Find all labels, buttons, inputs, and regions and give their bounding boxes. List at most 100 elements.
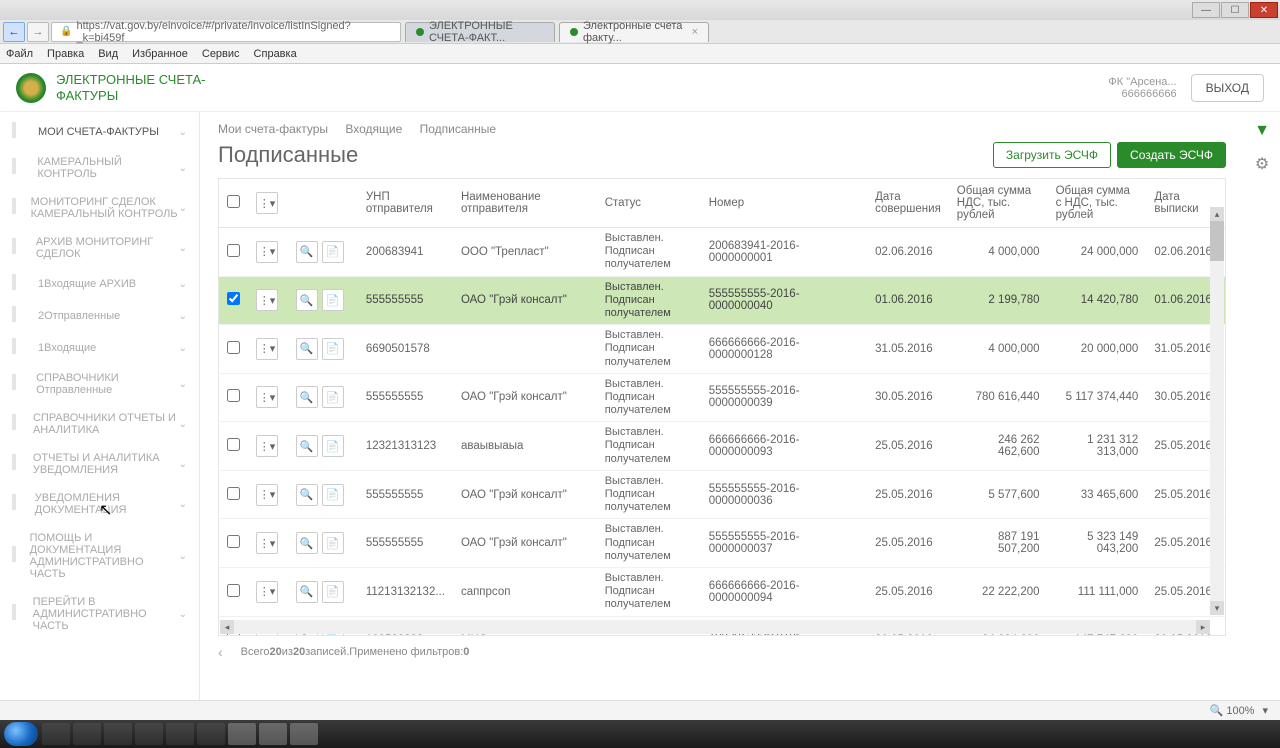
menu-view[interactable]: Вид [98, 48, 118, 60]
row-checkbox[interactable] [227, 292, 240, 305]
table-row[interactable]: ⋮▾🔍📄555555555ОАО "Грэй консалт"Выставлен… [219, 276, 1225, 325]
sidebar-item-7[interactable]: СПРАВОЧНИКИ Отправленные⌄ [0, 364, 199, 404]
col-header[interactable] [288, 179, 358, 228]
row-checkbox[interactable] [227, 438, 240, 451]
row-menu-button[interactable]: ⋮▾ [256, 484, 278, 506]
row-menu-button[interactable]: ⋮▾ [256, 581, 278, 603]
sidebar-item-1[interactable]: КАМЕРАЛЬНЫЙ КОНТРОЛЬ⌄ [0, 148, 199, 188]
back-button[interactable]: ← [3, 22, 25, 42]
view-button[interactable]: 🔍 [296, 532, 318, 554]
task-item[interactable] [73, 723, 101, 745]
scroll-right-icon[interactable]: ▸ [1196, 620, 1210, 634]
task-item[interactable] [135, 723, 163, 745]
logout-button[interactable]: ВЫХОД [1191, 74, 1264, 102]
task-item[interactable] [166, 723, 194, 745]
row-menu-button[interactable]: ⋮▾ [256, 532, 278, 554]
vertical-scrollbar[interactable]: ▴ ▾ [1210, 207, 1224, 615]
crumb-1[interactable]: Входящие [345, 122, 402, 136]
task-item[interactable] [259, 723, 287, 745]
sidebar-item-11[interactable]: ПОМОЩЬ И ДОКУМЕНТАЦИЯ АДМИНИСТРАТИВНО ЧА… [0, 524, 199, 588]
sidebar-item-8[interactable]: СПРАВОЧНИКИ ОТЧЕТЫ И АНАЛИТИКА⌄ [0, 404, 199, 444]
doc-button[interactable]: 📄 [322, 581, 344, 603]
address-bar[interactable]: 🔒 https://vat.gov.by/einvoice/#/private/… [51, 22, 401, 42]
crumb-2[interactable]: Подписанные [420, 122, 496, 136]
create-button[interactable]: Создать ЭСЧФ [1117, 142, 1226, 168]
menu-service[interactable]: Сервис [202, 48, 240, 60]
sidebar-item-6[interactable]: 1Входящие⌄ [0, 332, 199, 364]
doc-button[interactable]: 📄 [322, 435, 344, 457]
sidebar-item-3[interactable]: АРХИВ МОНИТОРИНГ СДЕЛОК⌄ [0, 228, 199, 268]
crumb-0[interactable]: Мои счета-фактуры [218, 122, 328, 136]
view-button[interactable]: 🔍 [296, 289, 318, 311]
col-header[interactable]: Дата совершения [867, 179, 949, 228]
task-item[interactable] [42, 723, 70, 745]
zoom-indicator[interactable]: 🔍 100% [1210, 704, 1255, 717]
view-button[interactable]: 🔍 [296, 581, 318, 603]
sidebar-item-4[interactable]: 1Входящие АРХИВ⌄ [0, 268, 199, 300]
col-header[interactable]: ⋮▾ [248, 179, 288, 228]
view-button[interactable]: 🔍 [296, 386, 318, 408]
doc-button[interactable]: 📄 [322, 338, 344, 360]
menu-edit[interactable]: Правка [47, 48, 84, 60]
sidebar-item-12[interactable]: ПЕРЕЙТИ В АДМИНИСТРАТИВНО ЧАСТЬ⌄ [0, 588, 199, 640]
view-button[interactable]: 🔍 [296, 338, 318, 360]
row-menu-button[interactable]: ⋮▾ [256, 289, 278, 311]
row-checkbox[interactable] [227, 341, 240, 354]
doc-button[interactable]: 📄 [322, 289, 344, 311]
scroll-up-icon[interactable]: ▴ [1210, 207, 1224, 221]
browser-tab-1[interactable]: Электронные счета факту...× [559, 22, 709, 42]
scroll-thumb[interactable] [1210, 221, 1224, 261]
start-button[interactable] [4, 722, 38, 746]
row-checkbox[interactable] [227, 389, 240, 402]
windows-taskbar[interactable] [0, 720, 1280, 748]
col-header[interactable]: Общая сумма с НДС, тыс. рублей [1048, 179, 1147, 228]
prev-page-button[interactable]: ‹ [218, 644, 223, 660]
table-row[interactable]: ⋮▾🔍📄6690501578Выставлен. Подписан получа… [219, 325, 1225, 374]
row-menu-button[interactable]: ⋮▾ [256, 386, 278, 408]
maximize-button[interactable]: ☐ [1221, 2, 1249, 18]
menu-favorites[interactable]: Избранное [132, 48, 188, 60]
table-row[interactable]: ⋮▾🔍📄555555555ОАО "Грэй консалт"Выставлен… [219, 470, 1225, 519]
doc-button[interactable]: 📄 [322, 241, 344, 263]
sidebar-item-9[interactable]: ОТЧЕТЫ И АНАЛИТИКА УВЕДОМЛЕНИЯ⌄ [0, 444, 199, 484]
view-button[interactable]: 🔍 [296, 435, 318, 457]
task-item[interactable] [104, 723, 132, 745]
doc-button[interactable]: 📄 [322, 532, 344, 554]
sidebar-item-2[interactable]: МОНИТОРИНГ СДЕЛОК КАМЕРАЛЬНЫЙ КОНТРОЛЬ⌄ [0, 188, 199, 228]
row-checkbox[interactable] [227, 535, 240, 548]
horizontal-scrollbar[interactable]: ◂ ▸ [220, 620, 1210, 634]
bulk-action-button[interactable]: ⋮▾ [256, 192, 278, 214]
col-header[interactable] [219, 179, 248, 228]
col-header[interactable]: Номер [701, 179, 867, 228]
close-button[interactable]: ✕ [1250, 2, 1278, 18]
scroll-left-icon[interactable]: ◂ [220, 620, 234, 634]
browser-menubar[interactable]: Файл Правка Вид Избранное Сервис Справка [0, 44, 1280, 64]
forward-button[interactable]: → [27, 22, 49, 42]
table-row[interactable]: ⋮▾🔍📄12321313123аваывыаыаВыставлен. Подпи… [219, 422, 1225, 471]
table-row[interactable]: ⋮▾🔍📄555555555ОАО "Грэй консалт"Выставлен… [219, 373, 1225, 422]
doc-button[interactable]: 📄 [322, 386, 344, 408]
col-header[interactable]: Общая сумма НДС, тыс. рублей [949, 179, 1048, 228]
row-checkbox[interactable] [227, 584, 240, 597]
row-checkbox[interactable] [227, 244, 240, 257]
task-item[interactable] [290, 723, 318, 745]
table-row[interactable]: ⋮▾🔍📄200683941ООО "Трепласт"Выставлен. По… [219, 228, 1225, 277]
doc-button[interactable]: 📄 [322, 484, 344, 506]
sidebar-item-5[interactable]: 2Отправленные⌄ [0, 300, 199, 332]
view-button[interactable]: 🔍 [296, 241, 318, 263]
scroll-down-icon[interactable]: ▾ [1210, 601, 1224, 615]
row-menu-button[interactable]: ⋮▾ [256, 338, 278, 360]
sidebar-item-10[interactable]: УВЕДОМЛЕНИЯ ДОКУМЕНТАЦИЯ⌄ [0, 484, 199, 524]
menu-file[interactable]: Файл [6, 48, 33, 60]
row-checkbox[interactable] [227, 487, 240, 500]
browser-tab-0[interactable]: ЭЛЕКТРОННЫЕ СЧЕТА-ФАКТ... [405, 22, 555, 42]
row-menu-button[interactable]: ⋮▾ [256, 241, 278, 263]
view-button[interactable]: 🔍 [296, 484, 318, 506]
table-row[interactable]: ⋮▾🔍📄555555555ОАО "Грэй консалт"Выставлен… [219, 519, 1225, 568]
select-all-checkbox[interactable] [227, 195, 240, 208]
menu-help[interactable]: Справка [254, 48, 297, 60]
row-menu-button[interactable]: ⋮▾ [256, 435, 278, 457]
col-header[interactable]: Наименование отправителя [453, 179, 597, 228]
task-item[interactable] [228, 723, 256, 745]
col-header[interactable]: УНП отправителя [358, 179, 453, 228]
